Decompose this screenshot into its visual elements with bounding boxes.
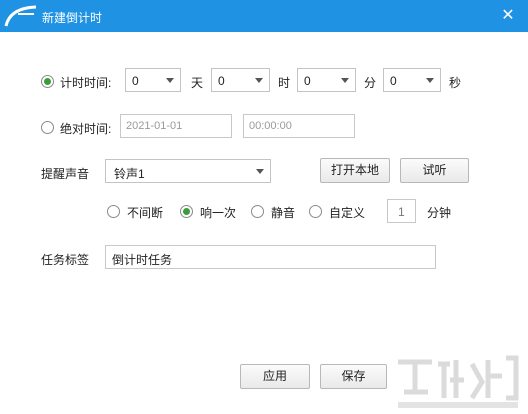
seconds-value: 0 [390,74,397,88]
custom-minutes-input[interactable]: 1 [387,199,416,223]
absolute-label: 绝对时间: [60,122,112,136]
seconds-select[interactable]: 0 [383,68,441,92]
app-logo-icon [4,5,37,27]
chevron-down-icon [256,169,264,174]
apply-button[interactable]: 应用 [240,364,310,389]
save-button[interactable]: 保存 [320,364,387,389]
hours-unit: 时 [278,76,291,90]
countdown-radio[interactable] [41,75,54,88]
minutes-unit-label: 分钟 [427,206,452,220]
chevron-down-icon [166,78,174,83]
window-title: 新建倒计时 [42,11,103,25]
close-button[interactable]: ✕ [498,6,518,26]
chevron-down-icon [341,78,349,83]
option-mute-radio[interactable] [251,205,264,218]
option-mute-label: 静音 [271,206,296,220]
days-unit: 天 [191,76,204,90]
option-custom-radio[interactable] [309,205,322,218]
days-value: 0 [132,74,139,88]
minutes-select[interactable]: 0 [297,68,356,92]
chevron-down-icon [255,78,263,83]
hours-value: 0 [218,74,225,88]
minutes-unit: 分 [364,76,377,90]
sound-selected: 铃声1 [114,167,145,181]
task-input[interactable]: 倒计时任务 [105,245,436,269]
task-label: 任务标签 [41,253,90,267]
absolute-radio[interactable] [41,121,54,134]
option-once-label: 响一次 [200,206,237,220]
task-value: 倒计时任务 [112,253,173,267]
option-once-radio[interactable] [180,205,193,218]
title-bar: 新建倒计时 ✕ [0,0,528,32]
time-input[interactable]: 00:00:00 [243,114,355,138]
option-continuous-label: 不间断 [127,206,164,220]
option-custom-label: 自定义 [329,206,366,220]
custom-minutes-value: 1 [398,205,405,219]
date-input[interactable]: 2021-01-01 [120,114,232,138]
seconds-unit: 秒 [449,76,462,90]
sound-label: 提醒声音 [41,167,90,181]
open-local-button[interactable]: 打开本地 [320,158,390,183]
minutes-value: 0 [304,74,311,88]
countdown-label: 计时时间: [60,76,112,90]
preview-button[interactable]: 试听 [400,158,469,183]
sound-select[interactable]: 铃声1 [105,159,271,183]
time-placeholder: 00:00:00 [249,120,292,132]
chevron-down-icon [426,78,434,83]
close-icon: ✕ [501,7,515,24]
days-select[interactable]: 0 [125,68,181,92]
option-continuous-radio[interactable] [107,205,120,218]
hours-select[interactable]: 0 [211,68,270,92]
date-placeholder: 2021-01-01 [126,120,183,132]
watermark-logo-icon [398,355,519,408]
